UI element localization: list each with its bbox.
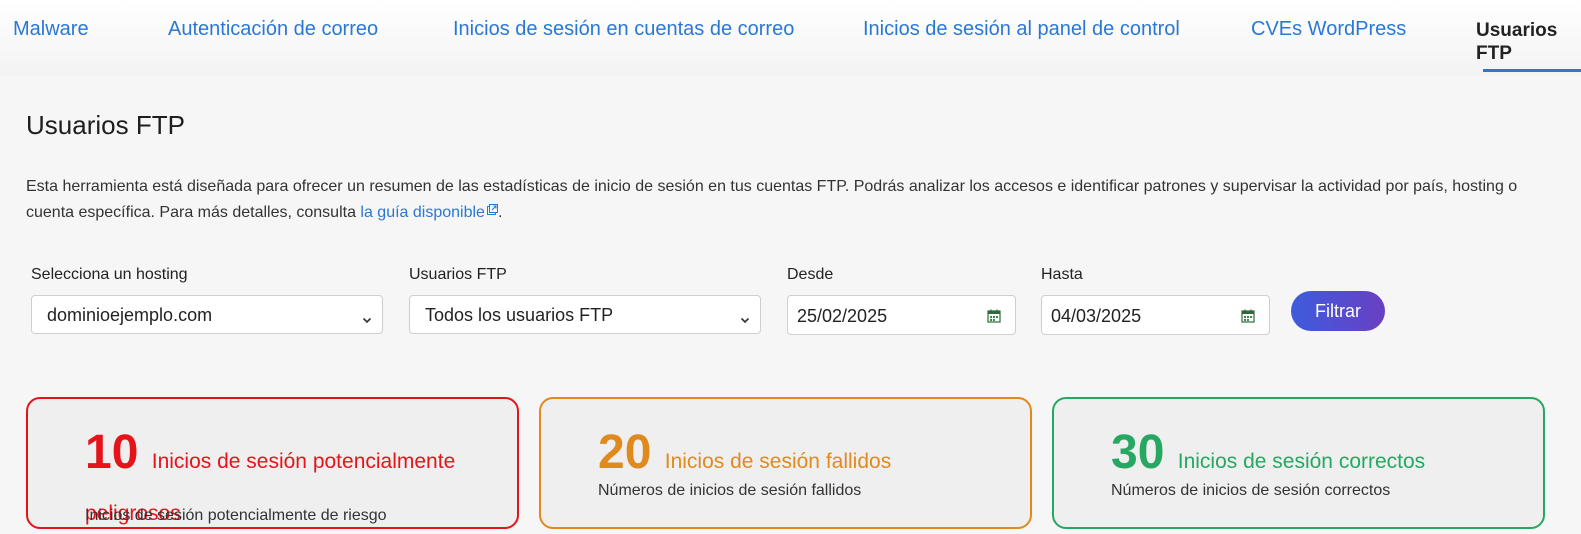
chevron-down-icon xyxy=(740,309,750,324)
ftp-users-select-value: Todos los usuarios FTP xyxy=(425,305,614,325)
tab-malware[interactable]: Malware xyxy=(13,18,89,41)
stat-success-title: Inicios de sesión correctos xyxy=(1177,450,1426,473)
tab-inicios-sesion-correo[interactable]: Inicios de sesión en cuentas de correo xyxy=(453,18,794,41)
chevron-down-icon xyxy=(362,309,372,324)
tab-autenticacion-correo[interactable]: Autenticación de correo xyxy=(168,18,378,41)
stat-failed-title: Inicios de sesión fallidos xyxy=(664,450,892,473)
guide-link-label: la guía disponible xyxy=(360,204,485,221)
tab-bar: Malware Autenticación de correo Inicios … xyxy=(0,0,1581,76)
date-to-value: 04/03/2025 xyxy=(1051,306,1142,326)
date-to-label: Hasta xyxy=(1041,266,1083,283)
ftp-users-select[interactable]: Todos los usuarios FTP xyxy=(409,295,761,334)
page-title: Usuarios FTP xyxy=(26,110,185,140)
date-to-input[interactable]: 04/03/2025 xyxy=(1041,295,1270,335)
stat-success: 30 Inicios de sesión correctos xyxy=(1111,427,1531,479)
stat-card-failed: 20 Inicios de sesión fallidos Números de… xyxy=(539,397,1032,529)
stat-failed-count: 20 xyxy=(598,426,652,479)
filter-button[interactable]: Filtrar xyxy=(1291,291,1385,331)
ftp-users-label: Usuarios FTP xyxy=(409,266,507,283)
intro-end: . xyxy=(497,204,503,221)
active-tab-indicator xyxy=(1483,69,1581,72)
stat-card-dangerous: 10 Inicios de sesión potencialmente peli… xyxy=(26,397,519,529)
tab-cves-wordpress[interactable]: CVEs WordPress xyxy=(1251,18,1406,41)
stat-dangerous-subtitle: Inicios de sesión potencialmente de ries… xyxy=(85,507,387,524)
guide-link[interactable]: la guía disponible xyxy=(360,204,498,221)
stat-success-count: 30 xyxy=(1111,426,1165,479)
intro-text: Esta herramienta está diseñada para ofre… xyxy=(26,175,1556,225)
stat-failed: 20 Inicios de sesión fallidos xyxy=(598,427,1018,479)
stat-success-subtitle: Números de inicios de sesión correctos xyxy=(1111,482,1391,499)
external-link-icon xyxy=(486,199,498,215)
intro-body: Esta herramienta está diseñada para ofre… xyxy=(26,178,1518,221)
stat-failed-subtitle: Números de inicios de sesión fallidos xyxy=(598,482,862,499)
date-from-label: Desde xyxy=(787,266,834,283)
date-from-value: 25/02/2025 xyxy=(797,306,888,326)
stat-card-success: 30 Inicios de sesión correctos Números d… xyxy=(1052,397,1545,529)
hosting-label: Selecciona un hosting xyxy=(31,266,188,283)
calendar-icon[interactable] xyxy=(1241,307,1255,323)
stat-dangerous-count: 10 xyxy=(85,426,139,479)
hosting-select-value: dominioejemplo.com xyxy=(47,305,213,325)
hosting-select[interactable]: dominioejemplo.com xyxy=(31,295,383,334)
date-from-input[interactable]: 25/02/2025 xyxy=(787,295,1016,335)
calendar-icon[interactable] xyxy=(987,307,1001,323)
tab-inicios-sesion-panel[interactable]: Inicios de sesión al panel de control xyxy=(863,18,1180,41)
tab-usuarios-ftp[interactable]: Usuarios FTP xyxy=(1471,19,1567,65)
